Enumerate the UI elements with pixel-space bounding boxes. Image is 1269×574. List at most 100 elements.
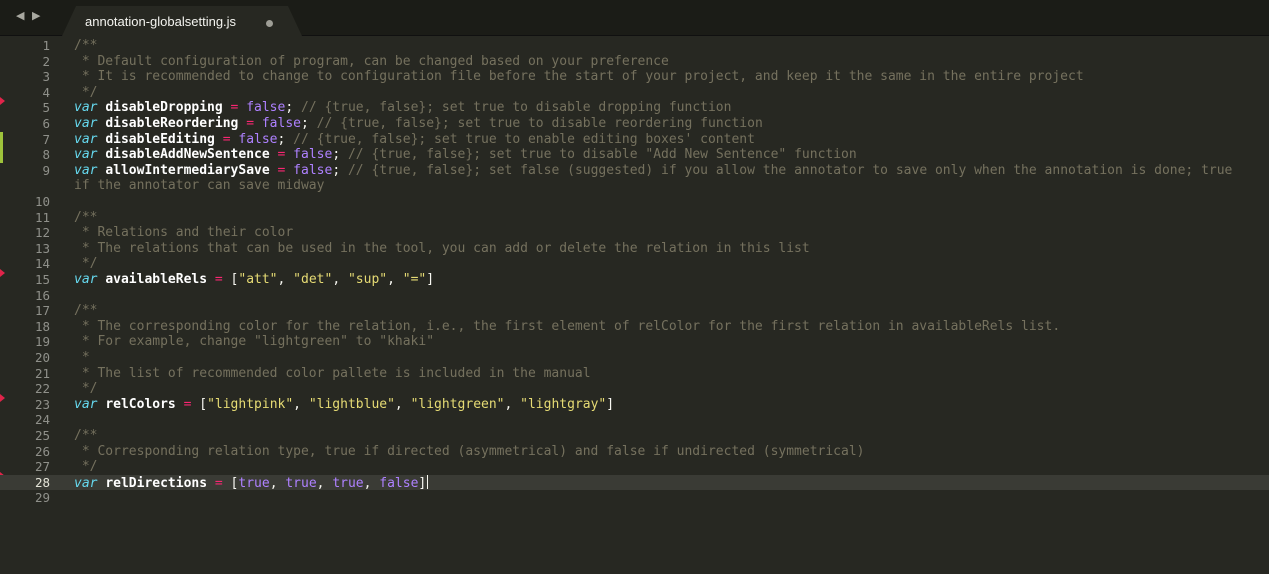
code-line[interactable]: 25 /** [0,428,1269,444]
code-line[interactable]: 20 * [0,350,1269,366]
token-string: "=" [402,272,427,287]
line-number: 17 [34,303,50,319]
token-punctuation: ] [606,396,615,412]
unsaved-dot-icon[interactable] [266,20,273,27]
code-line[interactable]: 23 var relColors = ["lightpink", "lightbl… [0,397,1269,413]
token-comment: */ [74,84,98,100]
token-boolean: true [285,475,317,491]
token-punctuation: , [504,396,521,412]
token-punctuation: , [269,475,286,491]
token-boolean: true [332,475,364,491]
code-line[interactable]: 14 */ [0,256,1269,272]
token-punctuation [223,100,231,115]
line-number: 10 [34,194,50,209]
token-keyword: var [74,396,98,412]
token-punctuation [285,147,293,162]
tab-bar: ◀ ▶ annotation-globalsetting.js [0,0,1269,36]
token-string: "lightblue" [308,396,395,412]
code-line[interactable]: 17 /** [0,303,1269,319]
code-line[interactable]: 28 var relDirections = [true, true, true,… [0,474,1269,491]
token-boolean: true [238,475,270,491]
token-boolean: false [379,475,419,491]
code-line[interactable]: 15 var availableRels = ["att", "det", "su… [0,272,1269,288]
code-line[interactable]: 10 [0,194,1269,210]
token-punctuation: , [387,272,403,287]
code-text: */ [74,256,98,272]
editor-window: ◀ ▶ annotation-globalsetting.js 1/** 2 * … [0,0,1269,574]
code-line[interactable]: 4 */ [0,85,1269,101]
code-line[interactable]: 11 /** [0,210,1269,226]
code-line[interactable]: 21 * The list of recommended color palle… [0,366,1269,382]
token-keyword: var [74,100,98,116]
code-line[interactable]: 6 var disableReordering = false; // {true… [0,116,1269,132]
code-line[interactable]: 24 [0,412,1269,428]
token-identifier: allowIntermediarySave [105,162,270,178]
token-comment: // {true, false}; set true to enable edi… [285,131,755,147]
code-line[interactable]: 29 [0,490,1269,506]
token-comment: * It is recommended to change to configu… [74,69,1084,85]
token-string: "lightgray" [520,396,607,412]
token-comment: // {true, false}; set true to disable dr… [293,100,732,116]
token-identifier: relDirections [105,475,208,491]
token-punctuation: ] [426,272,435,287]
code-line[interactable]: 3 * It is recommended to change to confi… [0,69,1269,85]
back-arrow-icon[interactable]: ◀ [16,9,26,22]
line-number: 20 [34,350,50,365]
code-text: /** [74,428,97,444]
token-boolean: false [261,116,301,131]
line-number: 11 [34,209,50,225]
token-comment: /** [74,428,98,443]
code-line[interactable]: 12 * Relations and their color [0,225,1269,241]
code-text: */ [74,381,98,397]
code-text: * [74,350,90,366]
code-line[interactable]: 1 /** [0,38,1269,54]
code-line[interactable]: if the annotator can save midway [0,178,1269,194]
code-line[interactable]: 7 var disableEditing = false; // {true, f… [0,132,1269,148]
code-line[interactable]: 26 * Corresponding relation type, true i… [0,444,1269,460]
token-operator: = [246,116,255,131]
code-line[interactable]: 22 */ [0,381,1269,397]
code-text: * The corresponding color for the relati… [74,319,1060,335]
token-comment: * Corresponding relation type, true if d… [74,443,865,459]
line-number: 8 [42,147,50,163]
code-line[interactable]: 13 * The relations that can be used in t… [0,241,1269,257]
token-comment: * The list of recommended color pallete … [74,365,591,381]
token-punctuation [254,116,262,131]
token-punctuation: , [363,475,380,491]
code-line[interactable]: 18 * The corresponding color for the rel… [0,319,1269,335]
token-punctuation: ; [332,147,341,163]
code-editor[interactable]: 1/** 2 * Default configuration of program… [0,36,1269,574]
token-punctuation [270,147,278,162]
code-line[interactable]: 16 [0,288,1269,304]
code-text: * It is recommended to change to configu… [74,69,1084,85]
code-line[interactable]: 27 */ [0,459,1269,475]
token-punctuation: , [293,396,309,412]
line-number: 13 [34,240,50,256]
code-line[interactable]: 5 var disableDropping = false; // {true, … [0,100,1269,116]
code-text: */ [74,459,98,475]
line-number: 6 [42,116,50,131]
token-identifier: disableAddNewSentence [105,147,270,163]
code-text: * The relations that can be used in the … [74,241,810,257]
tab-navigation: ◀ ▶ [16,9,56,27]
code-text: * Default configuration of program, can … [74,54,669,70]
file-tab[interactable]: annotation-globalsetting.js [62,6,302,36]
token-comment: * For example, change "lightgreen" to "k… [74,334,435,350]
code-line[interactable]: 19 * For example, change "lightgreen" to… [0,334,1269,350]
token-punctuation: ] [418,475,427,491]
code-line[interactable]: 8 var disableAddNewSentence = false; // {… [0,147,1269,163]
text-cursor [427,474,429,489]
token-keyword: var [74,147,98,163]
code-text: if the annotator can save midway [74,178,324,194]
forward-arrow-icon[interactable]: ▶ [32,9,42,22]
token-boolean: false [293,147,333,163]
code-line[interactable]: 2 * Default configuration of program, ca… [0,54,1269,70]
line-number: 21 [34,365,50,381]
token-boolean: false [238,131,278,147]
token-comment: */ [74,459,98,475]
code-text: */ [74,84,98,101]
token-comment: if the annotator can save midway [74,178,325,194]
token-comment: /** [74,303,98,319]
line-number: 16 [34,287,50,303]
code-line[interactable]: 9 var allowIntermediarySave = false; // {… [0,163,1269,179]
